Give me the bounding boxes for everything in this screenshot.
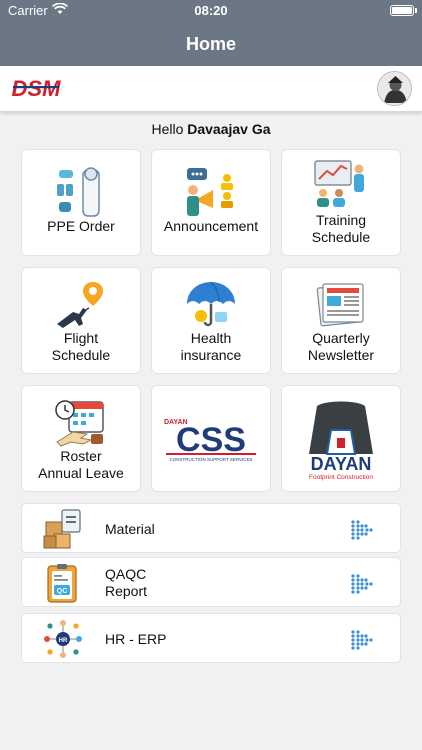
nav-bar: Home xyxy=(0,22,422,66)
battery-tip xyxy=(415,8,417,13)
newspaper-icon xyxy=(316,283,364,327)
boxes-clipboard-icon xyxy=(43,509,81,549)
tile-announcement[interactable]: Announcement xyxy=(151,149,271,256)
calendar-plane-icon xyxy=(55,400,104,447)
user-name: Davaajav Ga xyxy=(187,121,271,137)
user-avatar-icon xyxy=(378,72,411,105)
tile-dayan-logo[interactable]: DAYAN Footprint Construction xyxy=(281,385,401,492)
brand-bar: DSM xyxy=(0,66,422,112)
training-presentation-icon xyxy=(314,160,364,207)
dayan-logo: DAYAN Footprint Construction xyxy=(309,401,373,481)
page-title: Home xyxy=(185,34,236,54)
status-bar: Carrier 08:20 xyxy=(0,0,422,22)
css-logo: DAYAN CSS CONSTRUCTION SUPPORT SERVICES xyxy=(164,419,256,462)
umbrella-icon xyxy=(187,281,235,327)
chevron-right-icon[interactable] xyxy=(350,518,378,542)
tile-label: Announcement xyxy=(163,218,259,234)
row-label: HR - ERP xyxy=(105,630,167,647)
tile-health-insurance[interactable]: Health insurance xyxy=(151,267,271,374)
megaphone-icon xyxy=(187,168,233,216)
status-time: 08:20 xyxy=(194,3,228,18)
css-logo-sub: CONSTRUCTION SUPPORT SERVICES xyxy=(169,457,252,462)
tile-label: Training Schedule xyxy=(311,212,371,245)
dayan-logo-sub: Footprint Construction xyxy=(309,474,373,481)
ppe-suit-icon xyxy=(57,167,100,217)
row-label: Material xyxy=(105,520,155,537)
company-logo[interactable]: DSM xyxy=(11,76,61,100)
tile-label: PPE Order xyxy=(47,218,115,234)
tile-label: Roster Annual Leave xyxy=(38,448,124,481)
tile-flight-schedule[interactable]: Flight Schedule xyxy=(21,267,141,374)
tile-label: Flight Schedule xyxy=(51,330,111,363)
tile-label: Quarterly Newsletter xyxy=(307,330,375,363)
greeting: Hello Davaajav Ga xyxy=(0,121,422,137)
tile-css-logo[interactable]: DAYAN CSS CONSTRUCTION SUPPORT SERVICES xyxy=(151,385,271,492)
tile-label: Health insurance xyxy=(180,330,242,363)
tile-training-schedule[interactable]: Training Schedule xyxy=(281,149,401,256)
tile-quarterly-newsletter[interactable]: Quarterly Newsletter xyxy=(281,267,401,374)
list-item-hr-erp[interactable]: HR HR - ERP xyxy=(21,613,401,663)
dayan-logo-text: DAYAN xyxy=(311,454,372,474)
airplane-route-icon xyxy=(57,282,103,328)
battery-icon xyxy=(390,5,414,16)
qc-clipboard-icon: QC xyxy=(47,564,77,603)
greeting-prefix: Hello xyxy=(151,121,188,137)
chevron-right-icon[interactable] xyxy=(350,628,378,652)
chevron-right-icon[interactable] xyxy=(350,572,378,596)
row-label: QAQC Report xyxy=(105,566,148,599)
tile-ppe-order[interactable]: PPE Order xyxy=(21,149,141,256)
list-item-material[interactable]: Material xyxy=(21,503,401,553)
svg-text:QC: QC xyxy=(57,588,68,595)
hr-network-icon: HR xyxy=(44,620,82,658)
svg-text:HR: HR xyxy=(59,638,68,644)
list-item-qaqc-report[interactable]: QC QAQC Report xyxy=(21,557,401,607)
tile-roster-annual-leave[interactable]: Roster Annual Leave xyxy=(21,385,141,492)
avatar[interactable] xyxy=(377,71,412,106)
